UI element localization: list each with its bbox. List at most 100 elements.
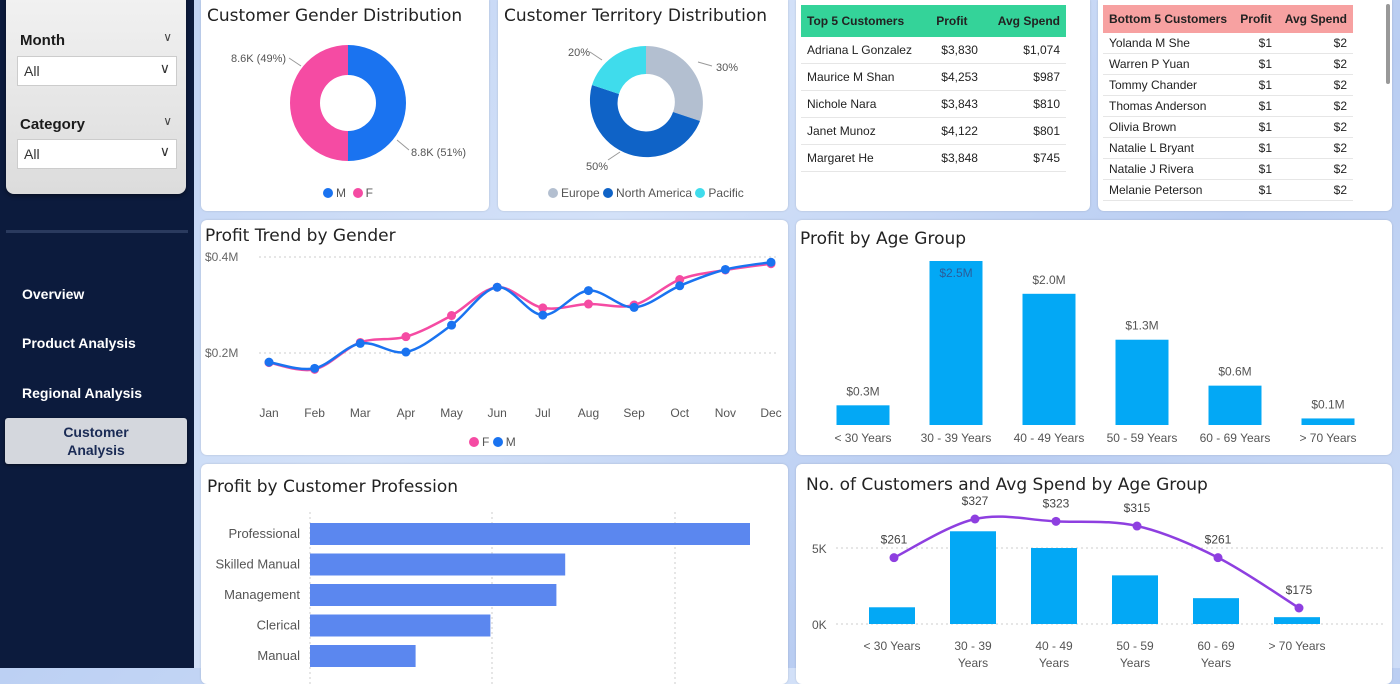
nav-active-label-line2: Analysis (67, 442, 125, 458)
table-cell: $2 (1278, 179, 1353, 201)
column-header[interactable]: Bottom 5 Customers (1103, 5, 1234, 33)
table-row[interactable]: Olivia Brown $1 $2 (1103, 116, 1353, 138)
table-row[interactable]: Thomas Anderson $1 $2 (1103, 95, 1353, 117)
data-point[interactable] (1132, 521, 1142, 531)
bottom5-customers-card: Bottom 5 Customers Profit Avg Spend Yola… (1098, 0, 1392, 211)
table-row[interactable]: Janet Munoz $4,122 $801 (801, 117, 1066, 145)
nav-overview[interactable]: Overview (22, 286, 84, 302)
territory-legend: Europe North America Pacific (548, 186, 744, 200)
table-row[interactable]: Natalie J Rivera $1 $2 (1103, 158, 1353, 180)
bar[interactable] (310, 584, 557, 606)
table-cell: $1 (1234, 179, 1279, 201)
x-tick-label: 60 - 69 Years (1200, 431, 1271, 445)
table-cell: $810 (983, 90, 1066, 118)
bar[interactable] (1031, 548, 1077, 624)
table-row[interactable]: Maurice M Shan $4,253 $987 (801, 63, 1066, 91)
table-row[interactable]: Nichole Nara $3,843 $810 (801, 90, 1066, 118)
data-point[interactable] (675, 281, 685, 291)
table-cell: Adriana L Gonzalez (801, 37, 931, 64)
bar[interactable] (310, 553, 566, 576)
table-cell: Maurice M Shan (801, 63, 931, 91)
data-point[interactable] (538, 310, 548, 320)
category-filter-label: Category (20, 116, 86, 133)
legend-dot-f (469, 437, 479, 447)
bar[interactable] (869, 607, 915, 624)
data-point[interactable] (889, 553, 899, 563)
column-header[interactable]: Profit (1234, 5, 1278, 33)
column-header[interactable]: Avg Spend (984, 5, 1066, 37)
nav-customer-analysis[interactable]: Customer Analysis (5, 418, 187, 464)
chevron-down-icon[interactable]: ∨ (163, 30, 172, 44)
bar[interactable] (1022, 293, 1076, 425)
donut-slice-m[interactable] (348, 45, 406, 161)
data-point[interactable] (492, 282, 502, 292)
data-point[interactable] (264, 357, 274, 367)
table-row[interactable]: Adriana L Gonzalez $3,830 $1,074 (801, 37, 1066, 64)
data-point[interactable] (447, 311, 457, 321)
bar[interactable] (836, 405, 890, 425)
bar[interactable] (1193, 598, 1239, 624)
bar[interactable] (1115, 339, 1169, 425)
data-point[interactable] (310, 363, 320, 373)
table-row[interactable]: Natalie L Bryant $1 $2 (1103, 137, 1353, 159)
column-header[interactable]: Top 5 Customers (801, 5, 930, 37)
donut-slice-europe[interactable] (646, 46, 703, 121)
table-cell: $987 (983, 63, 1066, 91)
donut-slice-pacific[interactable] (592, 46, 646, 94)
data-point[interactable] (401, 332, 411, 342)
data-point[interactable] (970, 514, 980, 524)
bar[interactable] (310, 614, 491, 637)
table-row[interactable]: Warren P Yuan $1 $2 (1103, 53, 1353, 75)
data-point[interactable] (1213, 553, 1223, 563)
nav-regional-analysis[interactable]: Regional Analysis (22, 385, 142, 401)
bar[interactable] (1274, 617, 1320, 624)
chevron-down-icon: ∨ (159, 60, 170, 76)
table-row[interactable]: Tommy Chander $1 $2 (1103, 74, 1353, 96)
data-point[interactable] (583, 286, 593, 296)
table-row[interactable]: Yolanda M She $1 $2 (1103, 33, 1353, 54)
x-tick-label: Aug (578, 406, 599, 420)
data-point[interactable] (720, 264, 730, 274)
data-point[interactable] (401, 347, 411, 357)
data-point[interactable] (766, 257, 776, 267)
y-tick-label: $0.2M (205, 346, 238, 360)
table-header-row: Top 5 Customers Profit Avg Spend (801, 5, 1066, 37)
table-row[interactable]: Margaret He $3,848 $745 (801, 144, 1066, 172)
column-header[interactable]: Profit (930, 5, 984, 37)
table-cell: Natalie L Bryant (1103, 137, 1235, 159)
table-cell: Yolanda M She (1103, 33, 1235, 54)
nav-product-analysis[interactable]: Product Analysis (22, 335, 136, 351)
category-select[interactable]: All ∨ (17, 139, 177, 169)
chevron-down-icon[interactable]: ∨ (163, 114, 172, 128)
donut-slice-f[interactable] (290, 45, 348, 161)
bar[interactable] (929, 261, 983, 425)
legend-dot-m (492, 437, 503, 447)
legend-label-m: M (336, 186, 346, 200)
bar[interactable] (950, 531, 996, 624)
x-tick-label: Feb (304, 406, 325, 420)
y-tick-label: 5K (812, 542, 827, 556)
month-select[interactable]: All ∨ (17, 56, 177, 86)
data-point[interactable] (629, 302, 639, 312)
bar[interactable] (310, 645, 416, 667)
data-point[interactable] (355, 338, 365, 348)
table-cell: Warren P Yuan (1103, 53, 1235, 75)
x-tick-label: 60 - 69 (1197, 639, 1235, 653)
x-tick-label: 40 - 49 (1035, 639, 1073, 653)
data-point[interactable] (583, 299, 593, 309)
sidebar: Month ∨ All ∨ Category ∨ All ∨ Overview … (0, 0, 194, 668)
data-point[interactable] (1051, 516, 1061, 526)
table-cell: Thomas Anderson (1103, 95, 1235, 117)
column-header[interactable]: Avg Spend (1278, 5, 1353, 33)
sidebar-divider (6, 230, 188, 233)
data-label: $323 (1043, 496, 1070, 510)
vertical-scrollbar[interactable] (1386, 4, 1390, 84)
data-point[interactable] (447, 320, 457, 330)
bar[interactable] (310, 523, 750, 545)
data-point[interactable] (1294, 603, 1304, 613)
bar[interactable] (1112, 575, 1158, 624)
data-label: $1.3M (1125, 319, 1158, 333)
table-row[interactable]: Melanie Peterson $1 $2 (1103, 179, 1353, 201)
bar[interactable] (1208, 385, 1262, 425)
bar[interactable] (1301, 418, 1355, 425)
